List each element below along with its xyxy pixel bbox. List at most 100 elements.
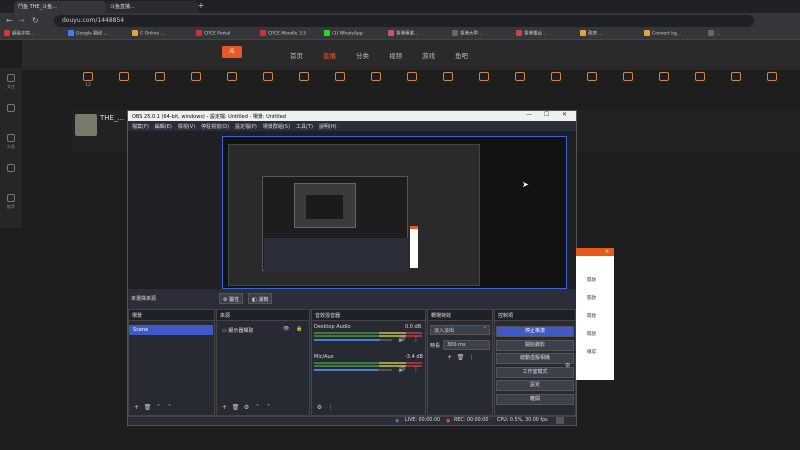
control-button-2[interactable]: 啟動虛擬相機 <box>496 353 574 364</box>
source-up-icon[interactable]: ˄ <box>253 404 262 412</box>
bookmark-item[interactable]: (1) WhatsApp <box>324 30 386 39</box>
properties-button[interactable]: ⚙ 屬性 <box>219 293 244 304</box>
category-item[interactable] <box>614 72 642 83</box>
track-menu-icon[interactable]: ⋮ <box>413 336 419 343</box>
category-item[interactable] <box>722 72 750 83</box>
volume-slider[interactable] <box>314 369 392 371</box>
volume-slider[interactable] <box>314 339 392 341</box>
category-item[interactable] <box>146 72 174 83</box>
category-item[interactable] <box>506 72 534 83</box>
category-item[interactable] <box>686 72 714 83</box>
back-icon[interactable]: ← <box>6 16 13 25</box>
category-item[interactable] <box>650 72 678 83</box>
bookmark-item[interactable]: 政府 ... <box>580 30 642 39</box>
category-item[interactable] <box>470 72 498 83</box>
remove-transition-icon[interactable]: 🗑 <box>456 354 465 362</box>
mixer-menu-icon[interactable]: ⋮ <box>326 404 335 412</box>
category-item[interactable] <box>290 72 318 83</box>
scene-up-icon[interactable]: ˄ <box>154 404 163 412</box>
obs-menu-item[interactable]: 檢視(V) <box>178 124 195 130</box>
mixer-settings-icon[interactable]: ⚙ <box>315 404 324 412</box>
control-button-0[interactable]: 停止串流 <box>496 326 574 337</box>
category-item[interactable] <box>398 72 426 83</box>
add-source-icon[interactable]: + <box>220 404 229 412</box>
category-item[interactable] <box>542 72 570 83</box>
obs-menu-item[interactable]: 說明(H) <box>319 124 337 130</box>
virtual-camera-settings-icon[interactable]: ⚙ <box>565 362 570 369</box>
maximize-icon[interactable]: ☐ <box>544 111 549 118</box>
category-item[interactable] <box>218 72 246 83</box>
obs-menu-item[interactable]: 工具(T) <box>296 124 313 130</box>
new-tab-icon[interactable]: + <box>196 1 206 11</box>
left-nav-item[interactable]: 推荐 <box>4 194 18 210</box>
track-menu-icon[interactable]: ⋮ <box>413 366 419 373</box>
category-item[interactable] <box>578 72 606 83</box>
site-nav-4[interactable]: 游戏 <box>422 50 435 60</box>
left-nav-item[interactable] <box>4 104 18 114</box>
forward-icon[interactable]: → <box>18 16 25 25</box>
remove-scene-icon[interactable]: 🗑 <box>143 404 152 412</box>
reload-icon[interactable]: ↻ <box>32 16 39 25</box>
obs-menu-item[interactable]: 設定檔(P) <box>235 124 257 130</box>
bookmark-item[interactable]: 香港專業... <box>388 30 450 39</box>
site-nav-3[interactable]: 视频 <box>389 50 402 60</box>
side-window-close-icon[interactable]: ✕ <box>605 249 609 255</box>
left-nav-item[interactable]: 关注 <box>4 74 18 90</box>
remove-source-icon[interactable]: 🗑 <box>231 404 240 412</box>
bookmark-item[interactable]: 香港大學... <box>452 30 514 39</box>
add-transition-icon[interactable]: + <box>445 354 454 362</box>
browser-tab-active[interactable]: 鬥鱼 THE_斗鱼... <box>14 1 106 13</box>
control-button-5[interactable]: 離開 <box>496 393 574 405</box>
add-scene-icon[interactable]: + <box>132 404 141 412</box>
obs-menu-item[interactable]: 檔案(F) <box>132 124 149 130</box>
bookmark-item[interactable]: CPCE Portal <box>196 30 258 39</box>
streamer-avatar[interactable] <box>75 114 97 136</box>
bookmark-item[interactable]: Convert kg... <box>644 30 706 39</box>
filters-button[interactable]: ◧ 濾鏡 <box>248 293 273 304</box>
minimize-icon[interactable]: — <box>526 111 532 118</box>
control-button-1[interactable]: 開始錄影 <box>496 339 574 351</box>
bookmark-item[interactable]: CPCE Moodle 3.5 <box>260 30 322 39</box>
left-nav-item[interactable]: 分类 <box>4 134 18 150</box>
close-icon[interactable]: ✕ <box>562 111 567 118</box>
visibility-eye-icon[interactable]: 👁 <box>283 326 289 332</box>
speaker-icon[interactable]: 🔊 <box>398 336 405 343</box>
site-logo[interactable]: 斗 <box>222 46 242 58</box>
bookmark-item[interactable]: 超级冲突... <box>4 30 66 39</box>
left-nav-item[interactable] <box>4 164 18 174</box>
category-item[interactable] <box>434 72 462 83</box>
bookmark-item[interactable]: C Online ... <box>132 30 194 39</box>
category-item[interactable] <box>110 72 138 83</box>
bookmark-label: 超级冲突... <box>12 31 35 37</box>
category-item[interactable] <box>182 72 210 83</box>
transition-type-select[interactable]: 淡入淡出 ˅ <box>430 325 490 335</box>
category-item[interactable] <box>362 72 390 83</box>
duration-input[interactable]: 300 ms <box>443 340 490 350</box>
bookmark-item[interactable]: ... <box>708 30 770 39</box>
obs-menu-item[interactable]: 編輯(E) <box>155 124 172 130</box>
category-item[interactable] <box>326 72 354 83</box>
category-item[interactable] <box>758 72 786 83</box>
obs-menu-item[interactable]: 場景群組(S) <box>263 124 290 130</box>
site-nav-5[interactable]: 鱼吧 <box>455 50 468 60</box>
bookmark-item[interactable]: Google 翻译 ... <box>68 30 130 39</box>
scene-down-icon[interactable]: ˅ <box>165 404 174 412</box>
obs-menu-item[interactable]: 停駐視窗(D) <box>201 124 229 130</box>
bookmark-item[interactable]: 香港電台... <box>516 30 578 39</box>
category-item[interactable] <box>254 72 282 83</box>
browser-tab[interactable]: 斗鱼直播... <box>106 1 198 13</box>
lock-icon[interactable]: 🔒 <box>296 326 302 332</box>
speaker-icon[interactable]: 🔊 <box>398 366 405 373</box>
url-bar[interactable]: douyu.com/1448854 <box>54 15 754 27</box>
control-button-3[interactable]: 工作室模式 <box>496 366 574 378</box>
site-nav-2[interactable]: 分类 <box>356 50 369 60</box>
source-list-item[interactable]: ▭ 顯示器擷取 <box>218 325 308 335</box>
site-nav-0[interactable]: 首页 <box>290 50 303 60</box>
category-item[interactable]: 12 <box>74 72 102 88</box>
control-button-4[interactable]: 設定 <box>496 380 574 391</box>
transition-menu-icon[interactable]: ⋮ <box>467 354 476 362</box>
source-down-icon[interactable]: ˅ <box>264 404 273 412</box>
source-properties-icon[interactable]: ⚙ <box>242 404 251 412</box>
scene-list-item[interactable]: Scene <box>129 325 213 335</box>
site-nav-1[interactable]: 直播 <box>323 50 336 60</box>
